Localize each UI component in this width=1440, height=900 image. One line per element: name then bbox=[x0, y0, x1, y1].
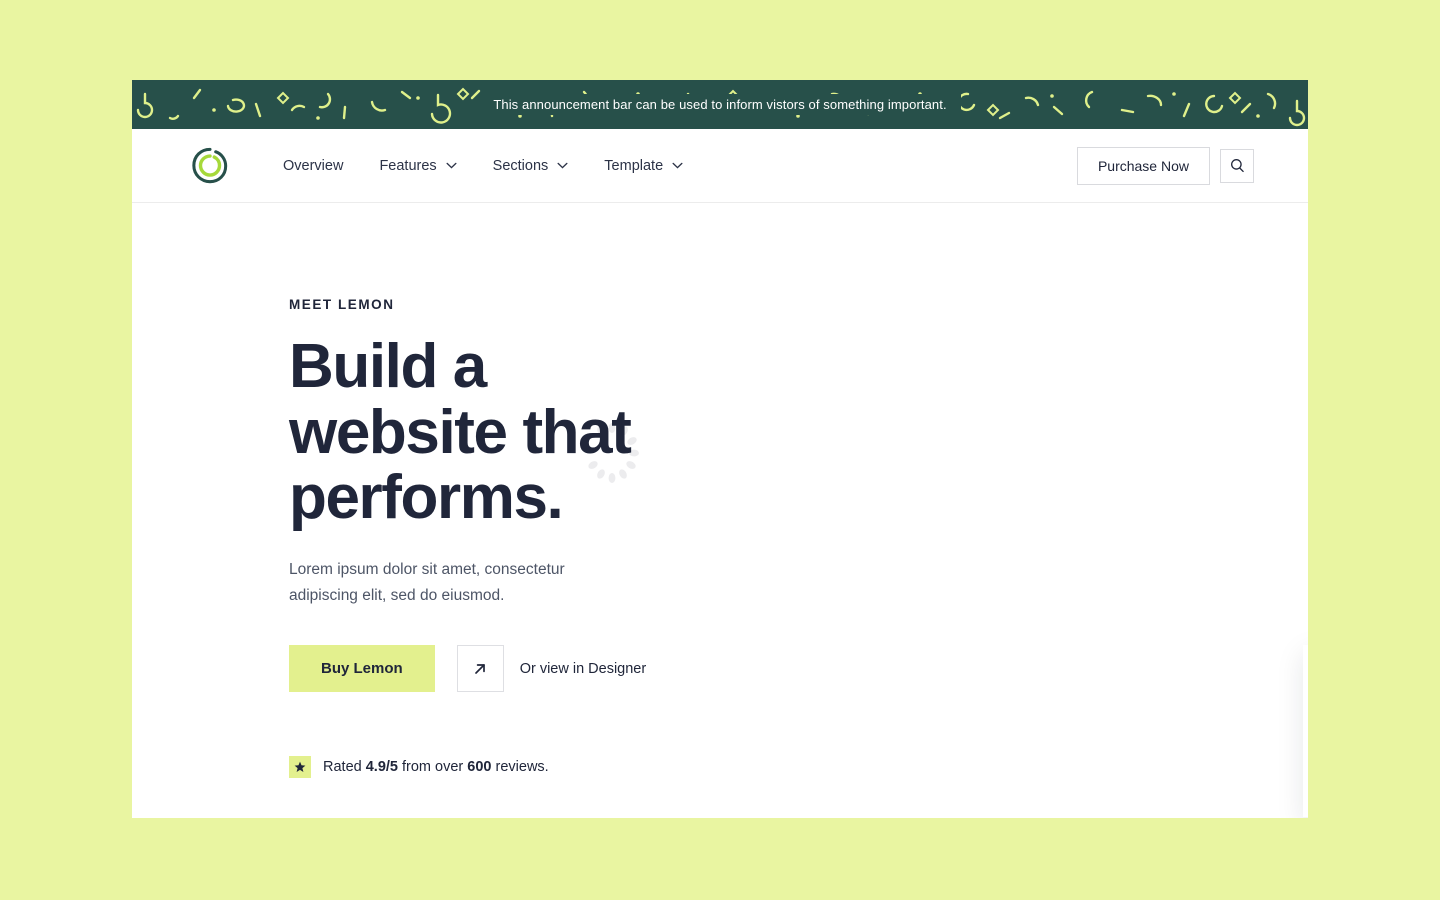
hero-cta-row: Buy Lemon Or view in Designer bbox=[289, 645, 697, 693]
search-button[interactable] bbox=[1220, 148, 1254, 183]
rating-row: Rated 4.9/5 from over 600 reviews. bbox=[289, 756, 697, 779]
chevron-down-icon bbox=[557, 162, 568, 169]
search-icon bbox=[1230, 159, 1244, 173]
buy-lemon-button[interactable]: Buy Lemon bbox=[289, 645, 435, 693]
rating-middle: from over bbox=[397, 759, 468, 776]
announcement-bar: This announcement bar can be used to inf… bbox=[132, 80, 1308, 129]
lemon-logo[interactable] bbox=[191, 147, 229, 185]
rating-score: 4.9/5 bbox=[365, 759, 398, 776]
chevron-down-icon bbox=[672, 162, 683, 169]
headline-line-2: website that bbox=[289, 397, 632, 467]
view-in-designer-link[interactable]: Or view in Designer bbox=[520, 645, 647, 692]
headline-line-1: Build a bbox=[289, 332, 487, 401]
rating-text: Rated 4.9/5 from over 600 reviews. bbox=[323, 759, 549, 775]
nav-item-label: Sections bbox=[492, 157, 549, 174]
headline-line-3: performs. bbox=[289, 463, 564, 533]
nav-links: Overview Features Sections Template bbox=[283, 158, 683, 174]
nav-actions: Purchase Now bbox=[1076, 146, 1254, 185]
nav-item-label: Overview bbox=[283, 157, 344, 174]
chevron-down-icon bbox=[446, 162, 457, 169]
rating-count: 600 bbox=[467, 759, 492, 776]
nav-item-sections[interactable]: Sections bbox=[493, 158, 569, 174]
site-panel: This announcement bar can be used to inf… bbox=[132, 80, 1308, 818]
arrow-up-right-icon bbox=[475, 663, 486, 674]
nav-item-features[interactable]: Features bbox=[379, 157, 457, 174]
hero-content: MEET LEMON Build a website that performs… bbox=[132, 203, 697, 817]
star-badge bbox=[289, 756, 311, 779]
view-in-designer-button[interactable] bbox=[456, 645, 504, 693]
announcement-text: This announcement bar can be used to inf… bbox=[479, 94, 961, 115]
hero-section: MEET LEMON Build a website that performs… bbox=[132, 203, 1308, 817]
survey-card[interactable]: What is your primary goal for using Lemo… bbox=[1303, 645, 1308, 817]
page-title: Build a website that performs. bbox=[289, 334, 697, 531]
hero-subtext: Lorem ipsum dolor sit amet, consectetur … bbox=[289, 561, 565, 605]
star-icon bbox=[294, 761, 306, 773]
rating-prefix: Rated bbox=[323, 759, 366, 776]
main-navbar: Overview Features Sections Template Purc… bbox=[132, 129, 1308, 203]
purchase-now-button[interactable]: Purchase Now bbox=[1076, 146, 1210, 185]
nav-item-label: Template bbox=[604, 157, 664, 174]
hero-artwork: What is your primary goal for using Lemo… bbox=[697, 203, 1308, 817]
hero-eyebrow: MEET LEMON bbox=[289, 297, 395, 312]
nav-item-overview[interactable]: Overview bbox=[283, 158, 343, 174]
nav-item-template[interactable]: Template bbox=[604, 158, 683, 174]
rating-suffix: reviews. bbox=[491, 759, 549, 776]
nav-item-label: Features bbox=[379, 157, 437, 174]
